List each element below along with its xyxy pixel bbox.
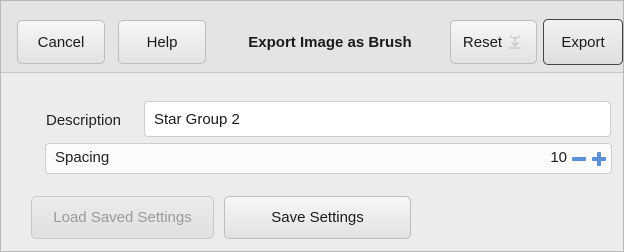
load-saved-settings-label: Load Saved Settings (53, 209, 192, 226)
help-button[interactable]: Help (118, 20, 206, 64)
spacing-spinbox[interactable]: Spacing 10 (45, 143, 612, 174)
cancel-button-label: Cancel (37, 33, 85, 51)
help-button-label: Help (146, 33, 178, 51)
load-saved-settings-button[interactable]: Load Saved Settings (31, 196, 214, 239)
export-button-label: Export (561, 33, 605, 51)
reset-arrow-icon (506, 33, 524, 51)
dialog-title: Export Image as Brush (248, 33, 412, 51)
save-settings-label: Save Settings (271, 209, 364, 226)
reset-button-label: Reset (462, 33, 503, 51)
spacing-label: Spacing (55, 149, 110, 166)
reset-button[interactable]: Reset (450, 20, 537, 64)
cancel-button[interactable]: Cancel (17, 20, 105, 64)
save-settings-button[interactable]: Save Settings (224, 196, 411, 239)
minus-icon[interactable] (570, 149, 588, 169)
description-label: Description (46, 111, 122, 129)
export-brush-dialog: Cancel Help Export Image as Brush Reset … (0, 0, 624, 252)
dialog-header: Cancel Help Export Image as Brush Reset … (1, 1, 623, 73)
spacing-value: 10 (550, 149, 567, 166)
description-input[interactable] (144, 101, 611, 137)
plus-icon[interactable] (590, 149, 608, 169)
export-button[interactable]: Export (543, 19, 623, 65)
